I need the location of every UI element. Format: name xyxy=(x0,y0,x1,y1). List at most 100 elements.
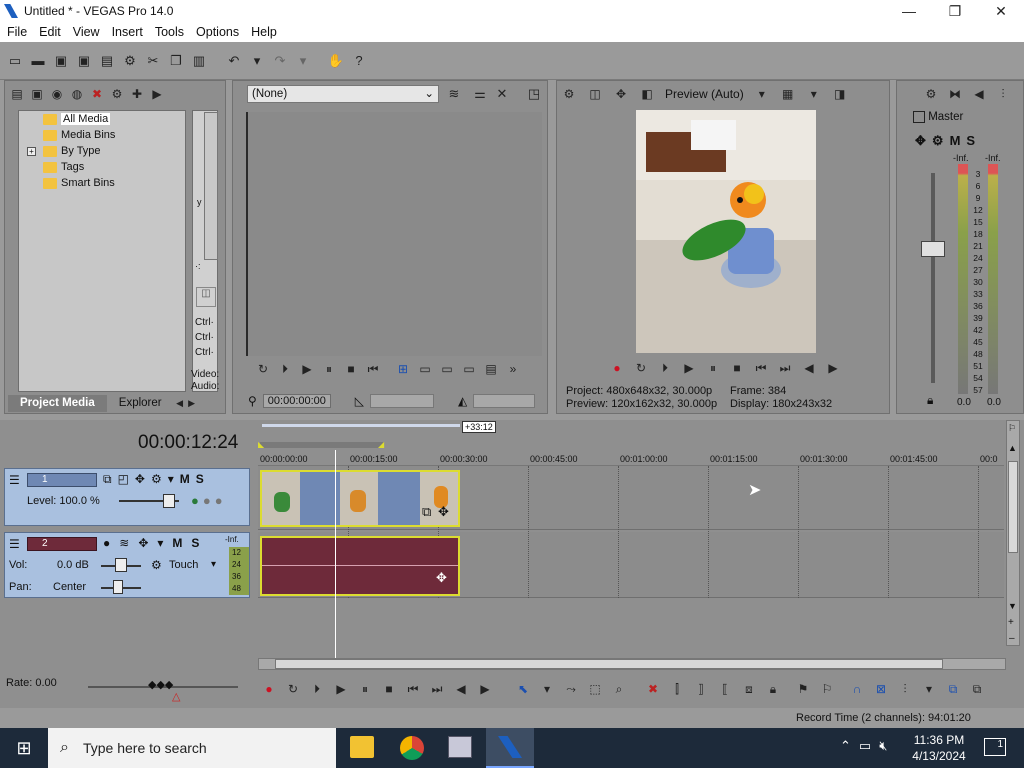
plugin-icon[interactable]: ✋ xyxy=(327,52,345,70)
lock-envelopes-icon[interactable]: ⧉ xyxy=(946,682,960,696)
split-screen-icon[interactable]: ✥ xyxy=(613,86,629,102)
go-to-end-icon[interactable]: ⏭ xyxy=(778,361,792,375)
overlay-icon[interactable]: ◧ xyxy=(639,86,655,102)
dim-icon[interactable]: ◀ xyxy=(971,86,987,102)
trimmer-timeline-area[interactable] xyxy=(246,112,542,356)
video-mute-button[interactable]: M xyxy=(180,472,190,487)
audio-event[interactable]: ✥ xyxy=(260,536,460,596)
downmix-icon[interactable]: ⧓ xyxy=(947,86,963,102)
media-generator-icon[interactable]: ✚ xyxy=(129,86,145,102)
save-as-icon[interactable]: ▣ xyxy=(75,52,93,70)
taskbar-clock[interactable]: 11:36 PM 4/13/2024 xyxy=(906,732,972,764)
media-thumbnail-icon[interactable]: ◫ xyxy=(196,287,216,307)
track-motion-icon[interactable]: ✥ xyxy=(135,472,145,487)
redo-icon[interactable]: ↷ xyxy=(271,52,289,70)
loop-icon[interactable]: ↻ xyxy=(634,361,648,375)
split-icon[interactable]: ⧈ xyxy=(742,682,756,696)
grid-overlay-icon[interactable]: ▦ xyxy=(780,86,796,102)
get-media-icon[interactable]: ◉ xyxy=(49,86,65,102)
play-icon[interactable]: ▶ xyxy=(682,361,696,375)
next-frame-icon[interactable]: ▶ xyxy=(478,682,492,696)
tab-explorer[interactable]: Explorer xyxy=(107,395,174,412)
overwrite-icon[interactable]: ▭ xyxy=(440,362,454,376)
mark-in-icon[interactable]: ◺ xyxy=(355,394,364,408)
tab-scroll-right-icon[interactable]: ▶ xyxy=(186,394,198,412)
tree-item-media-bins[interactable]: Media Bins xyxy=(43,129,115,141)
trimmer-clear-icon[interactable]: ✕ xyxy=(493,85,511,103)
fit-icon[interactable]: ▭ xyxy=(462,362,476,376)
loop-icon[interactable]: ↻ xyxy=(256,362,270,376)
properties-icon[interactable]: ⚙ xyxy=(121,52,139,70)
trimmer-out-field[interactable] xyxy=(473,394,536,408)
paste-icon[interactable]: ▥ xyxy=(190,52,208,70)
master-mute-button[interactable]: M xyxy=(950,133,961,149)
track-fx-icon[interactable]: ⚙ xyxy=(151,472,162,487)
play-icon[interactable]: ▶ xyxy=(300,362,314,376)
play-from-start-icon[interactable]: ⏵ xyxy=(310,682,324,696)
auto-crossfade-icon[interactable]: ⊠ xyxy=(874,682,888,696)
normal-edit-tool-icon[interactable]: ⬉ xyxy=(516,682,530,696)
volume-muted-icon[interactable]: 🔇︎ xyxy=(879,738,887,754)
media-list-scrollbar[interactable] xyxy=(204,112,218,260)
stop-icon[interactable]: ■ xyxy=(730,361,744,375)
external-monitor-icon[interactable]: ◫ xyxy=(587,86,603,102)
envelope-tool-icon[interactable]: ⤳ xyxy=(564,682,578,696)
go-to-end-icon[interactable]: ⏭ xyxy=(430,682,444,696)
zoom-in-icon[interactable]: + xyxy=(1008,617,1014,628)
marker-icon[interactable]: ⚑ xyxy=(796,682,810,696)
capture-icon[interactable]: ▣ xyxy=(29,86,45,102)
undo-dropdown-icon[interactable]: ▾ xyxy=(248,52,266,70)
fx-icon[interactable]: ● xyxy=(215,493,223,508)
next-frame-icon[interactable]: ▶ xyxy=(826,361,840,375)
fx-icon[interactable]: ● xyxy=(203,493,211,508)
minimize-button[interactable]: — xyxy=(886,0,932,22)
undo-icon[interactable]: ↶ xyxy=(225,52,243,70)
chevron-down-icon[interactable]: ▾ xyxy=(168,472,174,487)
close-button[interactable]: ✕ xyxy=(978,0,1024,22)
whats-this-icon[interactable]: ? xyxy=(350,52,368,70)
master-fader-handle[interactable] xyxy=(921,241,945,257)
scroll-thumb[interactable] xyxy=(1008,461,1018,553)
add-to-timeline-icon[interactable]: ⊞ xyxy=(396,362,410,376)
go-to-start-icon[interactable]: ⏮ xyxy=(406,682,420,696)
track-expand-icon[interactable]: ☰ xyxy=(9,537,20,551)
fx-icon[interactable]: ⚙ xyxy=(932,133,944,149)
chevron-down-icon[interactable]: ▾ xyxy=(806,86,822,102)
master-solo-button[interactable]: S xyxy=(966,133,975,149)
pause-icon[interactable]: ⏸ xyxy=(706,361,720,375)
chevron-down-icon[interactable]: ▾ xyxy=(211,559,216,570)
loop-region-bar[interactable] xyxy=(262,424,460,427)
zoom-tool-icon[interactable]: ⌕ xyxy=(612,682,626,696)
trimmer-media-dropdown[interactable]: (None) ⌄ xyxy=(247,85,439,103)
record-icon[interactable]: ● xyxy=(610,361,624,375)
video-event[interactable]: ⧉ ✥ xyxy=(260,470,460,527)
panel-more-icon[interactable]: ▶ xyxy=(149,86,165,102)
tab-project-media[interactable]: Project Media xyxy=(8,394,107,412)
web-icon[interactable]: ◍ xyxy=(69,86,85,102)
motion-icon[interactable]: ◰ xyxy=(118,472,129,487)
pause-icon[interactable]: ⏸ xyxy=(322,362,336,376)
lock-icon[interactable]: 🔒︎ xyxy=(766,682,780,696)
video-track-number[interactable]: 1 xyxy=(27,473,97,487)
master-fx-icon[interactable]: ⚙ xyxy=(923,86,939,102)
menu-view[interactable]: View xyxy=(66,25,105,39)
windows-start-icon[interactable]: ⊞ xyxy=(0,728,48,768)
pan-handle[interactable] xyxy=(113,580,123,594)
remove-media-icon[interactable]: ✖ xyxy=(89,86,105,102)
region-icon[interactable]: ⚐ xyxy=(820,682,834,696)
trimmer-sync-icon[interactable]: ≋ xyxy=(445,85,463,103)
pan-icon[interactable]: ✥ xyxy=(915,133,926,149)
tab-scroll-left-icon[interactable]: ◀ xyxy=(174,394,186,412)
rate-handle-icon[interactable]: ◆◆◆ xyxy=(148,678,173,691)
pause-icon[interactable]: ⏸ xyxy=(358,682,372,696)
file-explorer-icon[interactable] xyxy=(350,736,374,758)
play-from-start-icon[interactable]: ⏵ xyxy=(658,361,672,375)
mark-out-icon[interactable]: ◭ xyxy=(458,394,467,408)
expand-by-type-icon[interactable]: + xyxy=(27,147,36,156)
audio-solo-button[interactable]: S xyxy=(191,536,199,550)
chevron-down-icon[interactable]: ▾ xyxy=(540,682,554,696)
ripple-edit-icon[interactable]: ⫶ xyxy=(898,682,912,696)
menu-file[interactable]: File xyxy=(0,25,32,39)
audio-mute-button[interactable]: M xyxy=(172,536,182,550)
chevron-down-icon[interactable]: ▾ xyxy=(157,536,163,550)
